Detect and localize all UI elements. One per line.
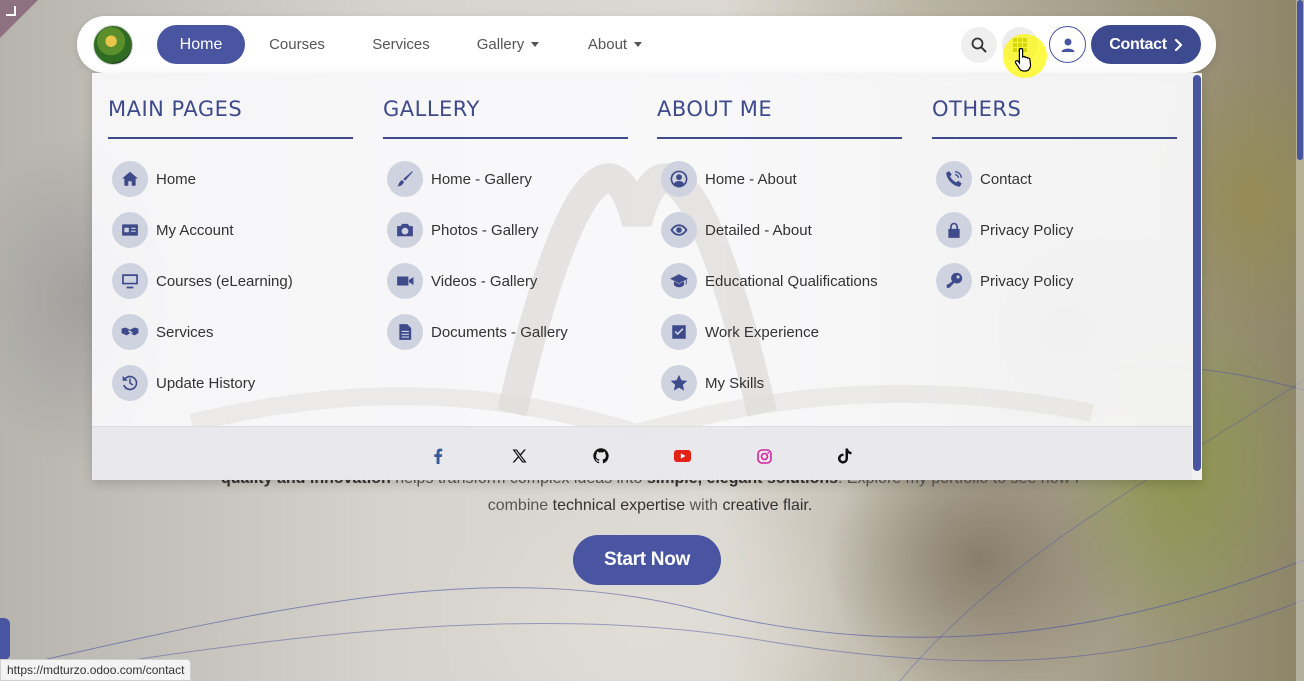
menu-item-label: Privacy Policy <box>980 272 1074 290</box>
menu-item-my-account[interactable]: My Account <box>112 212 234 248</box>
caret-down-icon <box>531 42 540 47</box>
contact-button[interactable]: Contact <box>1091 25 1201 64</box>
nav-gallery-label: Gallery <box>476 36 525 53</box>
search-icon <box>971 37 987 53</box>
check-square-icon <box>661 314 697 350</box>
caret-down-icon <box>634 42 643 47</box>
star-icon <box>661 365 697 401</box>
tiktok-icon[interactable] <box>836 447 854 465</box>
hero-text-4: with <box>685 497 723 514</box>
brush-icon <box>387 161 423 197</box>
menu-item-label: Home <box>156 170 197 188</box>
column-heading: About Me <box>657 97 902 139</box>
status-bar-url: https://mdturzo.odoo.com/contact <box>0 659 192 681</box>
instagram-icon[interactable] <box>755 447 773 465</box>
menu-item-privacy-policy[interactable]: Privacy Policy <box>936 212 1073 248</box>
menu-item-photos-gallery[interactable]: Photos - Gallery <box>387 212 539 248</box>
hero-highlight-2: creative flair. <box>722 497 813 514</box>
hero-description-line2: combine technical expertise with creativ… <box>160 497 1140 515</box>
mega-menu-social-bar <box>92 426 1192 480</box>
search-button[interactable] <box>961 27 997 63</box>
menu-item-label: Photos - Gallery <box>431 221 539 239</box>
menu-item-educational-qualifications[interactable]: Educational Qualifications <box>661 263 878 299</box>
menu-item-label: Privacy Policy <box>980 221 1074 239</box>
menu-item-contact[interactable]: Contact <box>936 161 1032 197</box>
menu-item-label: Educational Qualifications <box>705 272 878 290</box>
nav-courses[interactable]: Courses <box>257 25 337 64</box>
chevron-right-icon <box>1174 38 1183 51</box>
document-icon <box>387 314 423 350</box>
menu-item-label: Documents - Gallery <box>431 323 568 341</box>
facebook-icon[interactable] <box>429 447 447 465</box>
corner-expand-icon[interactable] <box>6 6 16 16</box>
menu-item-label: My Account <box>156 221 234 239</box>
nav-about[interactable]: About <box>577 25 653 64</box>
nav-services[interactable]: Services <box>359 25 443 64</box>
menu-item-services[interactable]: Services <box>112 314 214 350</box>
lock-icon <box>936 212 972 248</box>
menu-item-label: Videos - Gallery <box>431 272 538 290</box>
mega-menu-dropdown: Main Pages Home My Account Courses (eLea… <box>92 73 1202 480</box>
nav-about-label: About <box>587 36 628 53</box>
column-heading: Gallery <box>383 97 628 139</box>
github-icon[interactable] <box>592 447 610 465</box>
camera-icon <box>387 212 423 248</box>
key-icon <box>936 263 972 299</box>
phone-icon <box>936 161 972 197</box>
id-card-icon <box>112 212 148 248</box>
menu-item-label: Detailed - About <box>705 221 812 239</box>
menu-item-label: Work Experience <box>705 323 819 341</box>
nav-services-label: Services <box>372 36 430 53</box>
user-icon <box>1061 38 1074 52</box>
history-icon <box>112 365 148 401</box>
hand-cursor-icon <box>1014 47 1032 72</box>
menu-item-privacy-policy-2[interactable]: Privacy Policy <box>936 263 1073 299</box>
video-icon <box>387 263 423 299</box>
handshake-icon <box>112 314 148 350</box>
eye-icon <box>661 212 697 248</box>
graduation-cap-icon <box>661 263 697 299</box>
menu-item-courses[interactable]: Courses (eLearning) <box>112 263 293 299</box>
menu-item-my-skills[interactable]: My Skills <box>661 365 764 401</box>
youtube-icon[interactable] <box>673 447 691 465</box>
menu-scrollbar-thumb[interactable] <box>1193 75 1201 471</box>
menu-item-label: Services <box>156 323 214 341</box>
site-logo[interactable] <box>93 25 133 65</box>
menu-item-home-gallery[interactable]: Home - Gallery <box>387 161 532 197</box>
menu-item-home-about[interactable]: Home - About <box>661 161 797 197</box>
menu-item-detailed-about[interactable]: Detailed - About <box>661 212 812 248</box>
column-heading: Main Pages <box>108 97 353 139</box>
user-account-button[interactable] <box>1049 26 1086 63</box>
page-scrollbar-thumb[interactable] <box>1297 0 1303 160</box>
monitor-icon <box>112 263 148 299</box>
start-now-button[interactable]: Start Now <box>573 535 721 585</box>
menu-item-label: Courses (eLearning) <box>156 272 293 290</box>
menu-item-label: Update History <box>156 374 256 392</box>
menu-item-videos-gallery[interactable]: Videos - Gallery <box>387 263 537 299</box>
menu-item-label: My Skills <box>705 374 765 392</box>
hero-text-3: combine <box>487 497 553 514</box>
menu-item-update-history[interactable]: Update History <box>112 365 255 401</box>
menu-item-label: Home - About <box>705 170 797 188</box>
menu-item-home[interactable]: Home <box>112 161 196 197</box>
contact-button-label: Contact <box>1109 35 1167 53</box>
nav-gallery[interactable]: Gallery <box>467 25 549 64</box>
nav-home-label: Home <box>179 35 223 53</box>
side-tab[interactable] <box>0 618 10 660</box>
nav-home[interactable]: Home <box>157 25 245 64</box>
column-heading: Others <box>932 97 1177 139</box>
user-circle-icon <box>661 161 697 197</box>
home-icon <box>112 161 148 197</box>
menu-item-label: Contact <box>980 170 1032 188</box>
x-icon[interactable] <box>510 447 528 465</box>
menu-item-label: Home - Gallery <box>431 170 532 188</box>
menu-item-work-experience[interactable]: Work Experience <box>661 314 819 350</box>
nav-courses-label: Courses <box>269 36 325 53</box>
hero-highlight-1: technical expertise <box>552 497 686 514</box>
menu-item-documents-gallery[interactable]: Documents - Gallery <box>387 314 568 350</box>
